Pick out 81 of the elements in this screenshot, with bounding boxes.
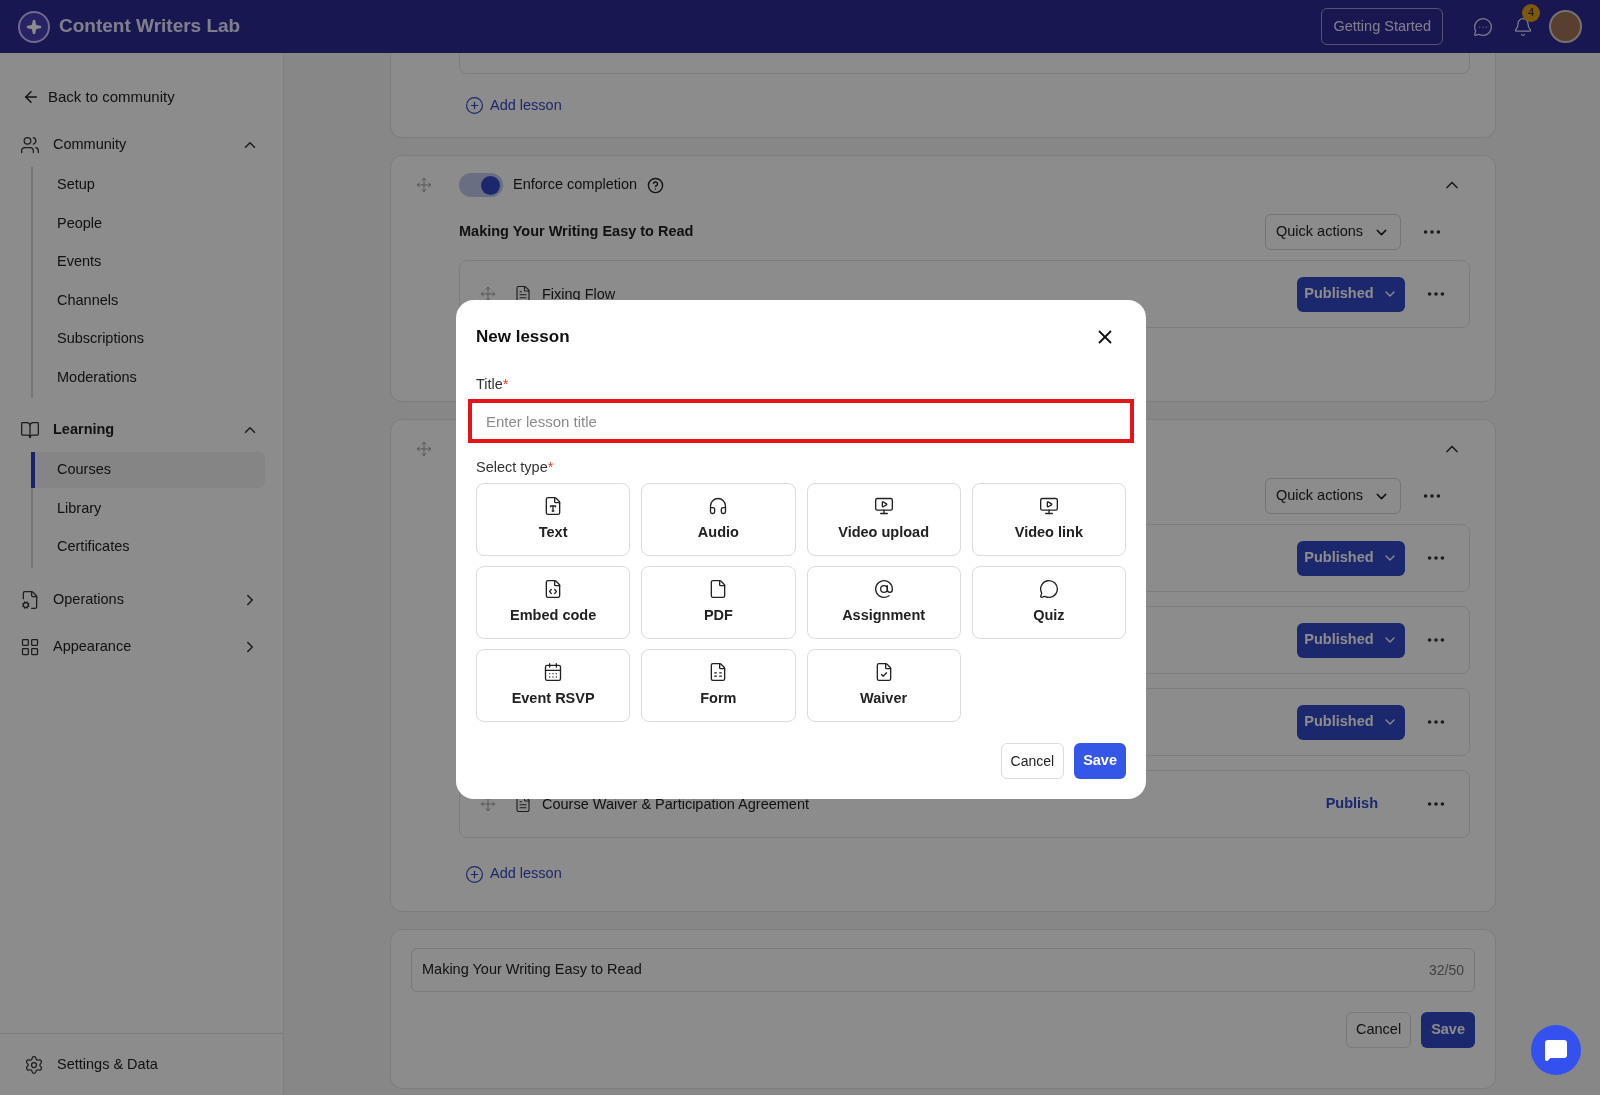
- speech-bubble-icon: [1038, 578, 1059, 599]
- lesson-type-option[interactable]: Waiver: [806, 649, 961, 722]
- getting-started-button[interactable]: Getting Started: [1321, 8, 1443, 45]
- drag-handle-icon[interactable]: [480, 286, 496, 302]
- add-icon: [465, 864, 484, 884]
- lesson-type-option[interactable]: Video link: [971, 483, 1126, 556]
- avatar[interactable]: [1549, 10, 1582, 43]
- lesson-title[interactable]: Fixing Flow: [542, 285, 616, 303]
- toggle-switch[interactable]: [459, 173, 503, 197]
- notification-badge: 4: [1522, 3, 1540, 22]
- toggle-label: Enforce completion: [513, 175, 638, 195]
- module-title-input[interactable]: Making Your Writing Easy to Read 32/50: [411, 948, 1475, 992]
- sidebar-item[interactable]: Moderations: [31, 359, 265, 396]
- save-button[interactable]: Save: [1421, 1012, 1475, 1048]
- sidebar-item[interactable]: Events: [31, 244, 265, 280]
- headphones-icon: [708, 495, 729, 516]
- chat-launcher-button[interactable]: [1531, 1025, 1581, 1075]
- status-dropdown[interactable]: Published: [1297, 622, 1405, 658]
- quick-actions-dropdown[interactable]: Quick actions: [1265, 478, 1401, 514]
- character-counter: 32/50: [1428, 960, 1464, 980]
- required-mark: *: [547, 458, 554, 478]
- lesson-type-option[interactable]: Event RSVP: [476, 649, 631, 722]
- sidebar-section[interactable]: Operations: [53, 588, 241, 611]
- drag-handle-icon[interactable]: [480, 796, 496, 812]
- sidebar-section[interactable]: Community: [53, 134, 241, 156]
- brand-name: Content Writers Lab: [59, 14, 241, 39]
- video-screen-icon: [1038, 495, 1059, 516]
- drag-handle-icon[interactable]: [416, 441, 432, 457]
- required-mark: *: [502, 374, 509, 394]
- sidebar-item[interactable]: Subscriptions: [31, 321, 265, 357]
- settings-icon: [24, 1054, 44, 1075]
- lesson-type-option[interactable]: Form: [641, 649, 796, 722]
- settings-link[interactable]: Settings & Data: [57, 1053, 158, 1076]
- title-input[interactable]: Enter lesson title: [468, 399, 1134, 444]
- lesson-type-option[interactable]: Embed code: [476, 566, 631, 639]
- lesson-type-option[interactable]: Text: [476, 483, 631, 556]
- add-lesson-link[interactable]: Add lesson: [490, 863, 562, 885]
- lesson-type-option[interactable]: PDF: [641, 566, 796, 639]
- module-title: Making Your Writing Easy to Read: [459, 222, 694, 242]
- dialog-title: New lesson: [476, 326, 570, 348]
- logo-icon: [18, 10, 50, 43]
- status-dropdown[interactable]: Published: [1297, 276, 1405, 312]
- sidebar-item[interactable]: Setup: [31, 167, 265, 203]
- grid-icon: [20, 636, 40, 657]
- sidebar-section[interactable]: Learning: [53, 419, 241, 441]
- at-sign-icon: [873, 578, 894, 599]
- people-icon: [20, 135, 40, 155]
- field-label: Title: [476, 374, 503, 394]
- calendar-icon: [543, 661, 564, 682]
- input-value: Making Your Writing Easy to Read: [422, 960, 643, 980]
- sidebar-item[interactable]: Library: [31, 490, 265, 527]
- lesson-type-option[interactable]: Video upload: [806, 483, 961, 556]
- sidebar-section[interactable]: Appearance: [53, 635, 241, 658]
- document-gear-icon: [20, 589, 40, 610]
- lesson-type-option[interactable]: Assignment: [806, 566, 961, 639]
- chat-icon[interactable]: [1473, 16, 1493, 37]
- book-icon: [20, 420, 40, 440]
- sidebar-item[interactable]: Courses: [31, 452, 265, 488]
- document-icon: [514, 285, 532, 303]
- save-button[interactable]: Save: [1074, 743, 1126, 779]
- status-dropdown[interactable]: Published: [1297, 704, 1405, 740]
- video-screen-icon: [873, 495, 894, 516]
- sidebar-item[interactable]: People: [31, 205, 265, 242]
- chat-bubble-icon: [1544, 1038, 1568, 1062]
- status-dropdown[interactable]: Published: [1297, 540, 1405, 576]
- add-lesson-link[interactable]: Add lesson: [490, 95, 562, 117]
- sidebar-item[interactable]: Channels: [31, 282, 265, 319]
- lesson-title[interactable]: Course Waiver & Participation Agreement: [542, 795, 810, 813]
- sidebar-item[interactable]: Certificates: [31, 529, 265, 565]
- field-label: Select type: [476, 458, 548, 478]
- quick-actions-dropdown[interactable]: Quick actions: [1265, 214, 1401, 250]
- back-link[interactable]: Back to community: [48, 85, 175, 109]
- cancel-button[interactable]: Cancel: [1346, 1012, 1412, 1048]
- bell-icon[interactable]: [1513, 16, 1533, 37]
- cancel-button[interactable]: Cancel: [1000, 743, 1065, 779]
- lesson-type-option[interactable]: Audio: [641, 483, 796, 556]
- drag-handle-icon[interactable]: [416, 177, 432, 193]
- lesson-type-option[interactable]: Quiz: [971, 566, 1126, 639]
- publish-link[interactable]: Publish: [1325, 793, 1378, 815]
- help-icon[interactable]: [647, 176, 665, 194]
- add-icon: [465, 96, 484, 116]
